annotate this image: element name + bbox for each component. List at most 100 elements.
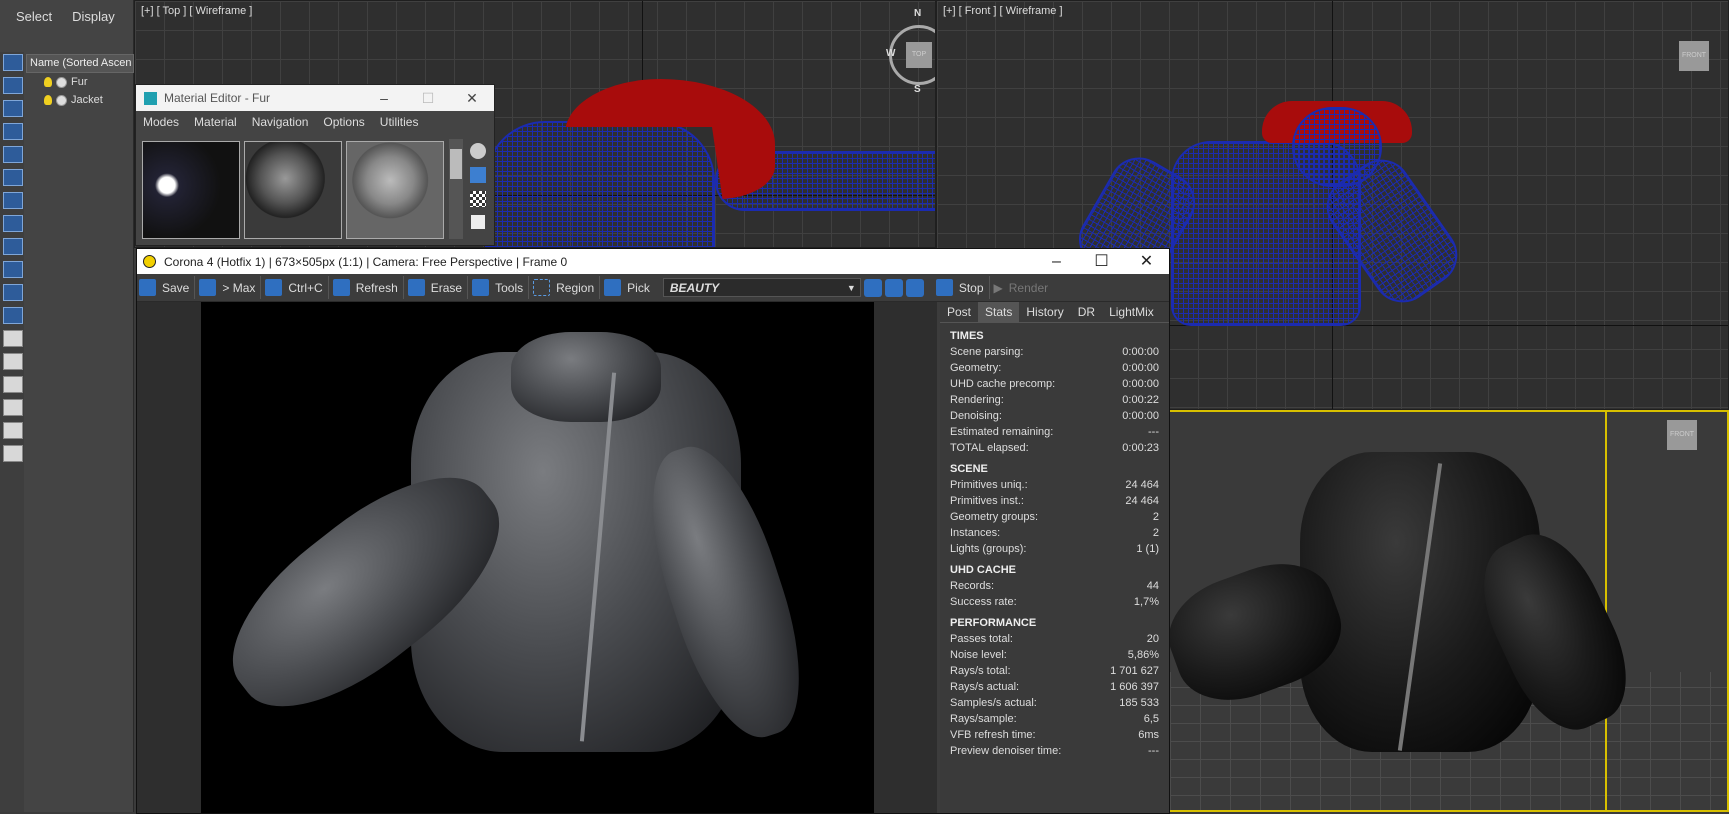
render-canvas[interactable]: [137, 302, 937, 813]
save-button[interactable]: Save: [137, 276, 196, 299]
menu-modes[interactable]: Modes: [143, 115, 179, 129]
stats-row: Scene parsing: 0:00:00: [940, 344, 1169, 360]
display-cameras-icon[interactable]: [3, 146, 23, 163]
display-all-icon[interactable]: [3, 353, 23, 370]
gear-icon: [472, 279, 490, 296]
stats-value: 24 464: [1125, 495, 1159, 507]
viewcube-icon[interactable]: FRONT: [1679, 41, 1709, 71]
filter-options-icon[interactable]: [3, 422, 23, 439]
stats-row: Success rate: 1,7%: [940, 594, 1169, 610]
light-bulb-icon[interactable]: [44, 77, 52, 87]
display-bones-icon[interactable]: [3, 261, 23, 278]
zoom-fit-icon[interactable]: [905, 278, 924, 297]
tree-node-fur[interactable]: Fur: [44, 74, 88, 90]
filter-icon[interactable]: [3, 399, 23, 416]
backlight-icon[interactable]: [470, 167, 486, 183]
maximize-icon[interactable]: ☐: [406, 85, 450, 111]
column-header-name[interactable]: Name (Sorted Ascen: [26, 54, 134, 73]
tree-node-jacket[interactable]: Jacket: [44, 92, 103, 108]
stats-row: TOTAL elapsed: 0:00:23: [940, 440, 1169, 456]
stats-label: Rays/s total:: [950, 665, 1011, 677]
material-slot-3[interactable]: [346, 141, 444, 239]
menu-options[interactable]: Options: [323, 115, 364, 129]
stats-value: 185 533: [1119, 697, 1159, 709]
display-none-icon[interactable]: [3, 54, 23, 71]
display-helpers-icon[interactable]: [3, 169, 23, 186]
zoom-in-icon[interactable]: [863, 278, 882, 297]
display-containers-icon[interactable]: [3, 284, 23, 301]
stats-body: TIMES Scene parsing: 0:00:00 Geometry: 0:00:…: [940, 330, 1169, 759]
stats-row: Samples/s actual: 185 533: [940, 695, 1169, 711]
stats-value: 6ms: [1138, 729, 1159, 741]
slot-scrollbar[interactable]: [449, 139, 463, 239]
stats-label: VFB refresh time:: [950, 729, 1036, 741]
viewport-compass[interactable]: TOP N S E W: [886, 8, 935, 95]
close-icon[interactable]: ✕: [450, 85, 494, 111]
light-bulb-icon[interactable]: [44, 95, 52, 105]
corona-titlebar[interactable]: Corona 4 (Hotfix 1) | 673×505px (1:1) | …: [137, 249, 1169, 274]
background-icon[interactable]: [470, 191, 486, 207]
material-slot-2[interactable]: [244, 141, 342, 239]
viewport-label[interactable]: [+] [ Top ] [ Wireframe ]: [141, 5, 252, 17]
stop-icon: [935, 279, 953, 296]
display-lights-icon[interactable]: [3, 123, 23, 140]
minimize-icon[interactable]: –: [362, 85, 406, 111]
zoom-out-icon[interactable]: [884, 278, 903, 297]
display-spacewarps-icon[interactable]: [3, 192, 23, 209]
menu-navigation[interactable]: Navigation: [252, 115, 309, 129]
render-pass-select[interactable]: BEAUTY ▼: [662, 278, 861, 297]
tab-post[interactable]: Post: [940, 302, 978, 322]
hood-wireframe: [1292, 107, 1382, 187]
menu-material[interactable]: Material: [194, 115, 237, 129]
stats-label: Geometry:: [950, 362, 1002, 374]
display-invert-icon[interactable]: [3, 376, 23, 393]
material-slot-1[interactable]: [142, 141, 240, 239]
stats-label: Instances:: [950, 527, 1001, 539]
layer-icon[interactable]: [3, 445, 23, 462]
stats-label: UHD cache precomp:: [950, 378, 1056, 390]
stats-value: 6,5: [1143, 713, 1159, 725]
menu-display[interactable]: Display: [72, 9, 115, 24]
stats-value: 0:00:00: [1122, 410, 1159, 422]
region-button[interactable]: Region: [531, 276, 601, 299]
tools-button[interactable]: Tools: [470, 276, 530, 299]
viewcube-icon[interactable]: FRONT: [1667, 420, 1697, 450]
max-icon: [199, 279, 217, 296]
stop-button[interactable]: Stop: [934, 276, 990, 299]
copy-button[interactable]: Ctrl+C: [263, 276, 329, 299]
scene-explorer: Select Display Name (Sorted Ascen Fur Ja…: [0, 0, 134, 812]
display-hidden-icon[interactable]: [3, 330, 23, 347]
display-geometry-icon[interactable]: [3, 77, 23, 94]
stats-label: Samples/s actual:: [950, 697, 1037, 709]
material-editor-titlebar[interactable]: Material Editor - Fur – ☐ ✕: [136, 85, 494, 111]
tab-dr[interactable]: DR: [1071, 302, 1102, 322]
display-shapes-icon[interactable]: [3, 100, 23, 117]
tab-history[interactable]: History: [1019, 302, 1070, 322]
stats-value: 1,7%: [1133, 596, 1159, 608]
erase-button[interactable]: Erase: [406, 276, 469, 299]
tab-lightmix[interactable]: LightMix: [1102, 302, 1161, 322]
to-max-button[interactable]: > Max: [197, 276, 262, 299]
refresh-button[interactable]: Refresh: [331, 276, 404, 299]
stats-label: Passes total:: [950, 633, 1013, 645]
menu-select[interactable]: Select: [16, 9, 52, 24]
window-title: Corona 4 (Hotfix 1) | 673×505px (1:1) | …: [164, 254, 568, 269]
display-groups-icon[interactable]: [3, 215, 23, 232]
sample-type-icon[interactable]: [470, 143, 486, 159]
menu-utilities[interactable]: Utilities: [380, 115, 419, 129]
viewport-perspective[interactable]: FRONT: [1168, 410, 1729, 812]
minimize-icon[interactable]: –: [1034, 249, 1079, 275]
viewport-label[interactable]: [+] [ Front ] [ Wireframe ]: [943, 5, 1063, 17]
maximize-icon[interactable]: ☐: [1079, 249, 1124, 275]
pick-hand-icon: [604, 279, 622, 296]
pick-button[interactable]: Pick: [602, 276, 655, 299]
close-icon[interactable]: ✕: [1124, 249, 1169, 275]
uv-tiling-icon[interactable]: [471, 215, 485, 229]
stats-value: 1 701 627: [1110, 665, 1159, 677]
jacket-render-collar: [511, 332, 661, 422]
render-button[interactable]: ▶ Render: [992, 276, 1054, 299]
scrollbar-thumb[interactable]: [450, 149, 462, 179]
tab-stats[interactable]: Stats: [978, 302, 1020, 322]
display-frozen-icon[interactable]: [3, 307, 23, 324]
display-xrefs-icon[interactable]: [3, 238, 23, 255]
